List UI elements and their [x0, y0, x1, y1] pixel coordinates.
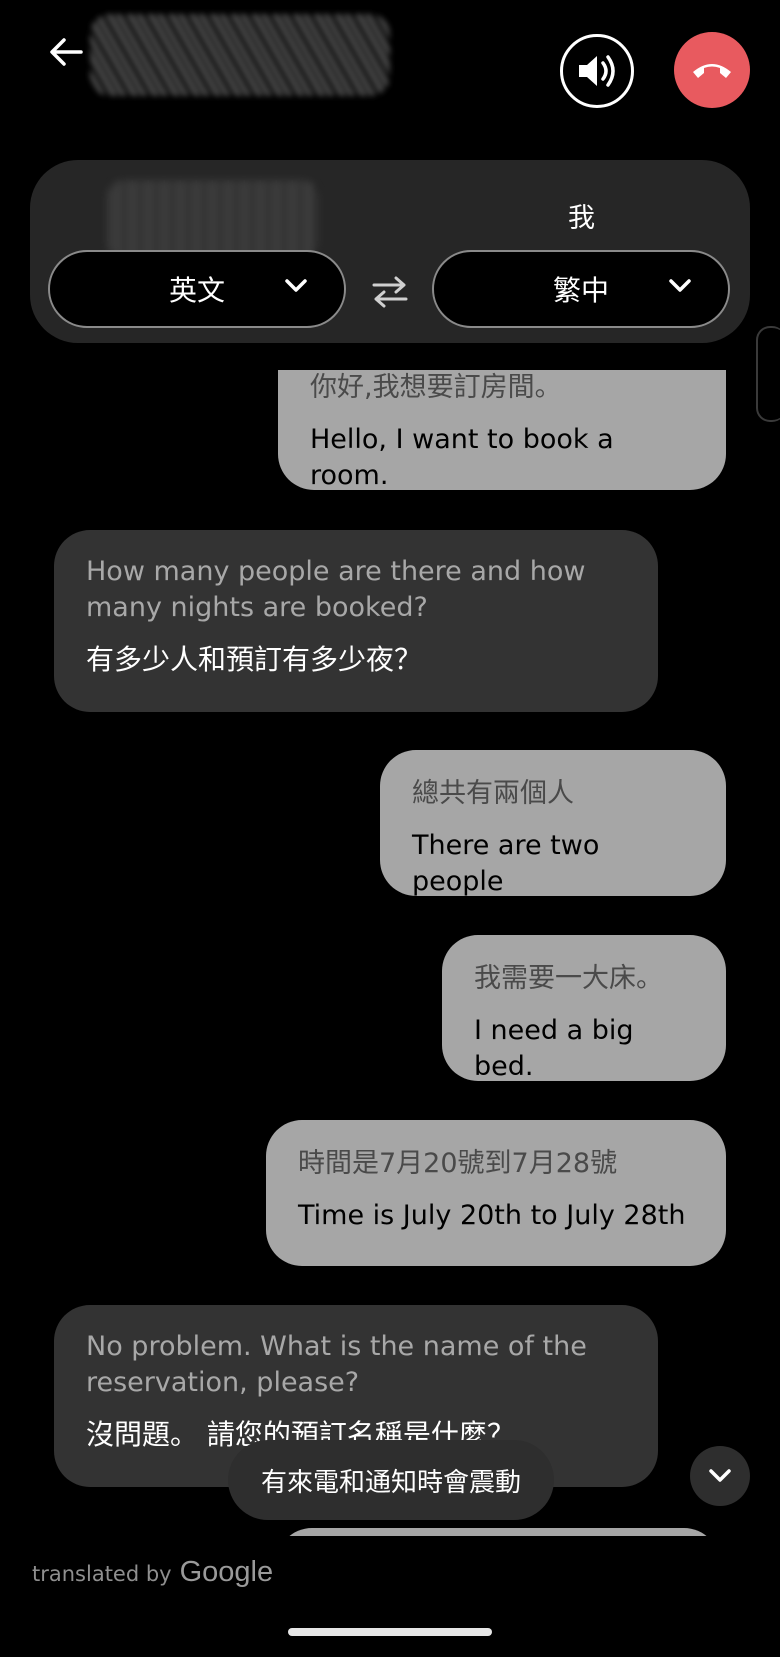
chevron-down-icon — [285, 279, 307, 292]
arrow-left-icon — [50, 38, 83, 66]
conversation-list[interactable]: 你好,我想要訂房間。 Hello, I want to book a room.… — [0, 370, 780, 1535]
chevron-down-icon — [669, 279, 691, 292]
redacted-contact-label — [108, 180, 318, 260]
contact-language-label: 英文 — [168, 274, 225, 307]
phone-hangup-icon — [693, 64, 731, 78]
message-translation: 有多少人和預訂有多少夜？ — [86, 643, 423, 676]
scroll-to-bottom-button[interactable] — [690, 1446, 750, 1506]
message-original: No problem. What is the name of the rese… — [86, 1331, 587, 1398]
message-original: 我需要一大床。 — [474, 963, 663, 994]
my-language-label: 繁中 — [552, 274, 609, 307]
contact-language-selector[interactable]: 英文 — [48, 250, 346, 328]
me-label: 我 — [568, 203, 595, 234]
chevron-down-icon — [709, 1469, 731, 1482]
redacted-contact-name — [90, 14, 390, 96]
message-bubble-incoming: How many people are there and how many n… — [54, 530, 658, 712]
language-panel: 我 英文 繁中 — [30, 160, 750, 343]
translated-by-text: translated by — [32, 1562, 172, 1586]
swap-icon — [372, 276, 408, 308]
footer-area — [0, 1536, 780, 1657]
back-button[interactable] — [44, 30, 88, 74]
message-bubble-outgoing: 總共有兩個人 There are two people — [380, 750, 726, 897]
message-original: 總共有兩個人 — [412, 778, 574, 809]
hangup-button[interactable] — [674, 32, 750, 108]
message-translation: There are two people — [412, 830, 600, 897]
speaker-icon — [579, 55, 615, 87]
message-original: How many people are there and how many n… — [86, 556, 586, 623]
message-bubble-outgoing: 時間是7月20號到7月28號 Time is July 20th to July… — [266, 1120, 726, 1266]
home-indicator[interactable] — [288, 1628, 492, 1636]
my-language-selector[interactable]: 繁中 — [432, 250, 730, 328]
vibration-toast: 有來電和通知時會震動 — [228, 1440, 554, 1520]
message-translation: I need a big bed. — [474, 1015, 634, 1082]
message-translation: Time is July 20th to July 28th — [298, 1200, 686, 1231]
message-original: 你好,我想要訂房間。 — [310, 372, 562, 403]
google-logo: Google — [179, 1556, 274, 1588]
message-translation: Hello, I want to book a room. — [310, 424, 614, 491]
translation-attribution: translated by Google — [32, 1556, 273, 1589]
swap-languages-button[interactable] — [366, 270, 414, 314]
message-bubble-outgoing: 你好,我想要訂房間。 Hello, I want to book a room. — [278, 370, 726, 491]
message-original: 時間是7月20號到7月28號 — [298, 1148, 618, 1179]
speaker-button[interactable] — [560, 34, 634, 108]
message-bubble-outgoing: 我需要一大床。 I need a big bed. — [442, 935, 726, 1082]
